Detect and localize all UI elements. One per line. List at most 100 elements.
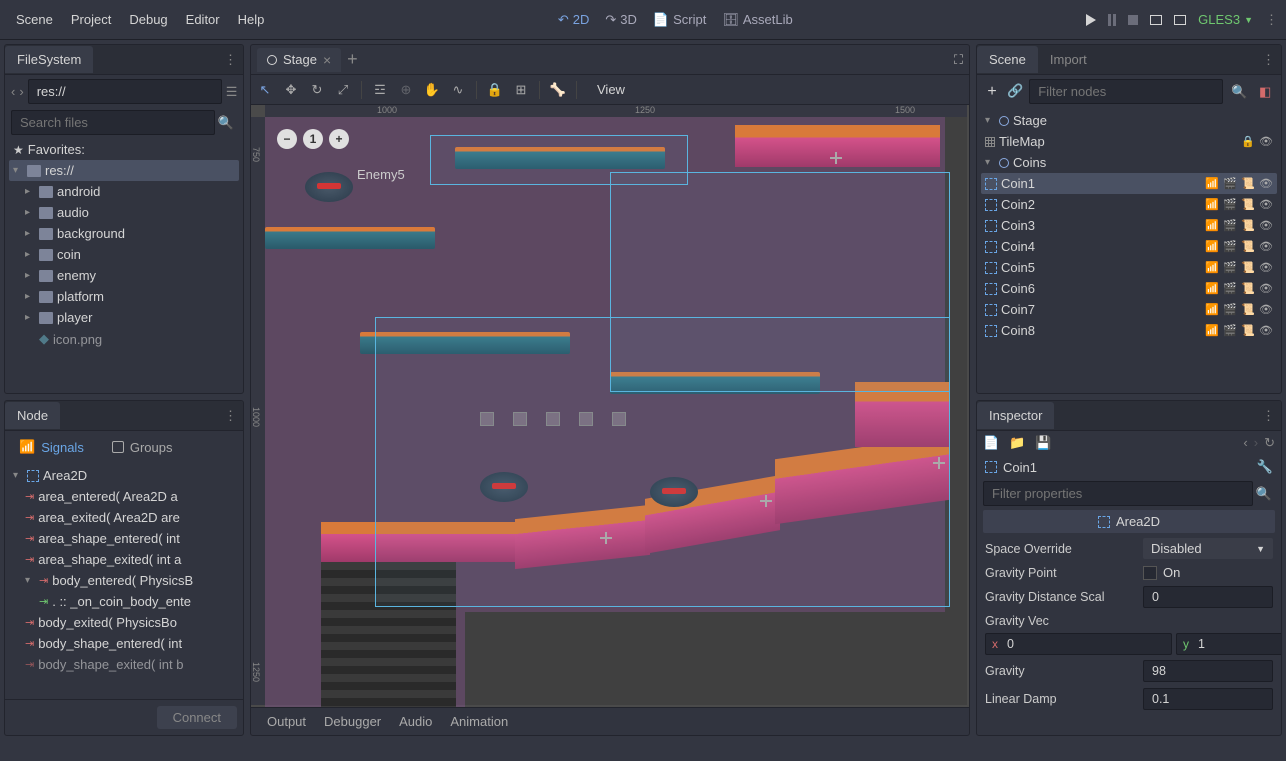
more-icon[interactable]: ⋮: [1265, 12, 1278, 28]
filesystem-tab[interactable]: FileSystem: [5, 46, 93, 73]
file-icon-png[interactable]: ◆icon.png: [9, 328, 239, 350]
stop-icon[interactable]: [1128, 15, 1138, 25]
folder-enemy[interactable]: ▸enemy: [9, 265, 239, 286]
debugger-tab[interactable]: Debugger: [324, 714, 381, 729]
script-icon[interactable]: 📜: [1241, 220, 1255, 232]
mode-3d[interactable]: ↷ 3D: [605, 12, 637, 28]
script-icon[interactable]: 📜: [1241, 304, 1255, 316]
tools-icon[interactable]: 🔧: [1257, 459, 1273, 475]
node-coin5[interactable]: Coin5📶🎬📜👁: [981, 257, 1277, 278]
nav-fwd-icon[interactable]: ›: [19, 82, 23, 102]
signal-icon[interactable]: 📶: [1205, 325, 1219, 337]
folder-android[interactable]: ▸android: [9, 181, 239, 202]
menu-debug[interactable]: Debug: [129, 12, 167, 27]
signal-row[interactable]: ⇥area_exited( Area2D are: [9, 507, 239, 528]
path-input[interactable]: [28, 79, 222, 104]
animation-tab[interactable]: Animation: [450, 714, 508, 729]
prop-space-override-select[interactable]: Disabled▼: [1143, 538, 1273, 559]
audio-tab[interactable]: Audio: [399, 714, 432, 729]
script-icon[interactable]: 📜: [1241, 178, 1255, 190]
prop-linear-damp-input[interactable]: [1143, 688, 1273, 710]
output-tab[interactable]: Output: [267, 714, 306, 729]
groups-tab[interactable]: Groups: [104, 436, 181, 459]
history-fwd-icon[interactable]: ›: [1254, 435, 1258, 451]
instance-icon[interactable]: 🎬: [1223, 220, 1237, 232]
node-menu-icon[interactable]: ⋮: [224, 408, 237, 424]
split-view-icon[interactable]: ☰: [226, 82, 238, 102]
instance-icon[interactable]: 🎬: [1223, 304, 1237, 316]
connect-button[interactable]: Connect: [157, 706, 237, 729]
instance-icon[interactable]: 🔗: [1007, 83, 1023, 101]
remote-icon[interactable]: ◧: [1255, 84, 1275, 100]
node-coin8[interactable]: Coin8📶🎬📜👁: [981, 320, 1277, 341]
signals-tab[interactable]: 📶Signals: [11, 435, 92, 459]
inspector-tab[interactable]: Inspector: [977, 402, 1054, 429]
signal-row[interactable]: ⇥body_exited( PhysicsBo: [9, 612, 239, 633]
node-coins[interactable]: ▾Coins: [981, 152, 1277, 173]
scale-tool-icon[interactable]: ⤢: [335, 82, 351, 98]
signal-connection[interactable]: ⇥. :: _on_coin_body_ente: [9, 591, 239, 612]
visibility-icon[interactable]: 👁: [1259, 178, 1273, 190]
signal-icon[interactable]: 📶: [1205, 241, 1219, 253]
scene-menu-icon[interactable]: ⋮: [1262, 52, 1275, 68]
filter-nodes-input[interactable]: [1029, 79, 1223, 104]
visibility-icon[interactable]: 👁: [1259, 136, 1273, 148]
visibility-icon[interactable]: 👁: [1259, 220, 1273, 232]
node-coin2[interactable]: Coin2📶🎬📜👁: [981, 194, 1277, 215]
search-icon[interactable]: 🔍: [215, 115, 237, 131]
visibility-icon[interactable]: 👁: [1259, 262, 1273, 274]
mode-assetlib[interactable]: 🗄 AssetLib: [722, 12, 792, 28]
mode-2d[interactable]: ↶ 2D: [558, 12, 590, 28]
script-icon[interactable]: 📜: [1241, 241, 1255, 253]
zoom-out-icon[interactable]: −: [277, 129, 297, 149]
viewport-area[interactable]: Enemy5: [265, 117, 967, 705]
signal-row[interactable]: ⇥area_shape_exited( int a: [9, 549, 239, 570]
menu-project[interactable]: Project: [71, 12, 111, 27]
folder-coin[interactable]: ▸coin: [9, 244, 239, 265]
ruler-tool-icon[interactable]: ∿: [450, 82, 466, 98]
signal-icon[interactable]: 📶: [1205, 262, 1219, 274]
node-coin7[interactable]: Coin7📶🎬📜👁: [981, 299, 1277, 320]
instance-icon[interactable]: 🎬: [1223, 262, 1237, 274]
folder-platform[interactable]: ▸platform: [9, 286, 239, 307]
group-icon[interactable]: ⊞: [513, 82, 529, 98]
bone-icon[interactable]: 🦴: [550, 82, 566, 98]
node-coin6[interactable]: Coin6📶🎬📜👁: [981, 278, 1277, 299]
res-root-row[interactable]: ▾res://: [9, 160, 239, 181]
visibility-icon[interactable]: 👁: [1259, 304, 1273, 316]
instance-icon[interactable]: 🎬: [1223, 283, 1237, 295]
folder-audio[interactable]: ▸audio: [9, 202, 239, 223]
rotate-tool-icon[interactable]: ↻: [309, 82, 325, 98]
search-files-input[interactable]: [11, 110, 215, 135]
folder-background[interactable]: ▸background: [9, 223, 239, 244]
history-back-icon[interactable]: ‹: [1243, 435, 1247, 451]
node-coin3[interactable]: Coin3📶🎬📜👁: [981, 215, 1277, 236]
mode-script[interactable]: 📄 Script: [653, 12, 706, 28]
visibility-icon[interactable]: 👁: [1259, 241, 1273, 253]
list-select-icon[interactable]: ☲: [372, 82, 388, 98]
signal-icon[interactable]: 📶: [1205, 304, 1219, 316]
visibility-icon[interactable]: 👁: [1259, 199, 1273, 211]
node-stage[interactable]: ▾Stage: [981, 110, 1277, 131]
signal-icon[interactable]: 📶: [1205, 199, 1219, 211]
play-scene-icon[interactable]: [1150, 15, 1162, 25]
node-tab[interactable]: Node: [5, 402, 60, 429]
play-icon[interactable]: [1086, 14, 1096, 26]
visibility-icon[interactable]: 👁: [1259, 283, 1273, 295]
prop-gravity-input[interactable]: [1143, 660, 1273, 682]
folder-player[interactable]: ▸player: [9, 307, 239, 328]
filesystem-menu-icon[interactable]: ⋮: [224, 52, 237, 68]
lock-icon[interactable]: 🔒: [1241, 136, 1255, 148]
lock-icon[interactable]: 🔒: [487, 82, 503, 98]
add-node-icon[interactable]: +: [983, 82, 1001, 102]
visibility-icon[interactable]: 👁: [1259, 325, 1273, 337]
pivot-icon[interactable]: ⊕: [398, 82, 414, 98]
script-icon[interactable]: 📜: [1241, 325, 1255, 337]
scene-tab-stage[interactable]: Stage ×: [257, 48, 341, 72]
renderer-select[interactable]: GLES3 ▼: [1198, 12, 1253, 27]
script-icon[interactable]: 📜: [1241, 199, 1255, 211]
instance-icon[interactable]: 🎬: [1223, 325, 1237, 337]
menu-scene[interactable]: Scene: [16, 12, 53, 27]
script-icon[interactable]: 📜: [1241, 262, 1255, 274]
pause-icon[interactable]: [1108, 14, 1116, 26]
